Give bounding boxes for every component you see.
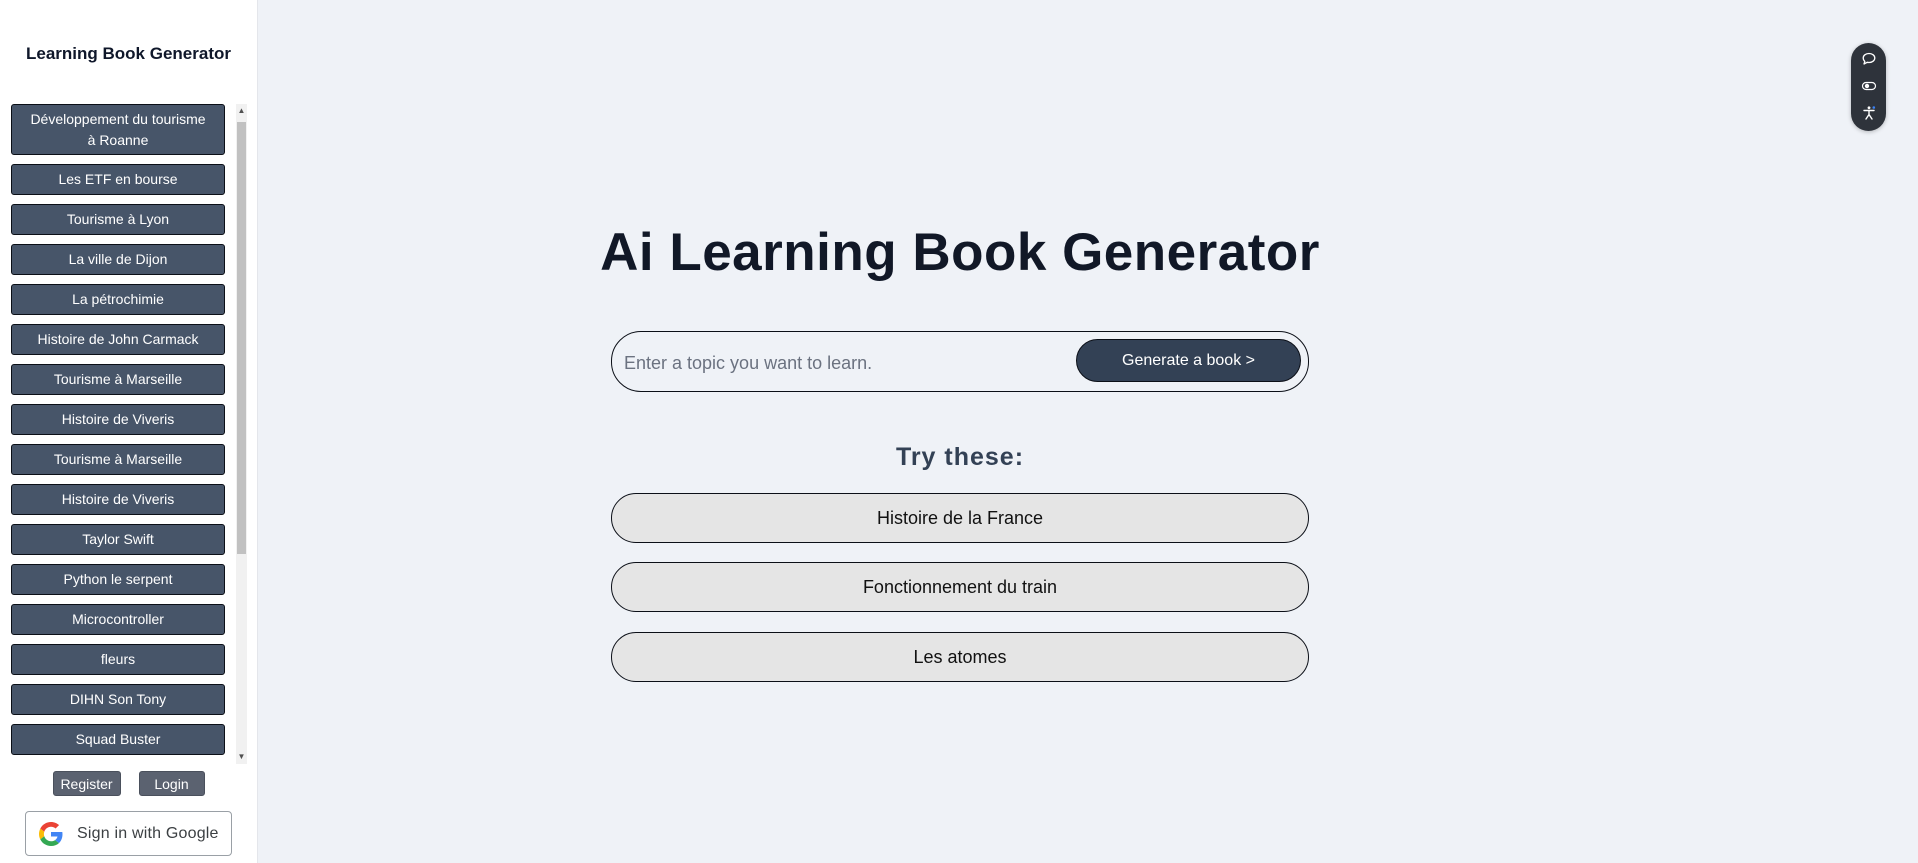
history-item[interactable]: fleurs — [11, 644, 225, 675]
history-item[interactable]: Tourisme à Marseille — [11, 364, 225, 395]
topic-search-box: Generate a book > — [611, 331, 1309, 392]
history-scroll-area[interactable]: Développement du tourisme à Roanne Les E… — [8, 104, 247, 764]
topic-input[interactable] — [622, 342, 1066, 384]
history-item[interactable]: La ville de Dijon — [11, 244, 225, 275]
history-item[interactable]: Développement du tourisme à Roanne — [11, 104, 225, 155]
history-item[interactable]: Tourisme à Marseille — [11, 444, 225, 475]
app-root: Learning Book Generator Développement du… — [0, 0, 1918, 863]
register-button[interactable]: Register — [52, 771, 121, 796]
history-item[interactable]: Microcontroller — [11, 604, 225, 635]
toggle-icon[interactable] — [1861, 78, 1877, 94]
history-item[interactable]: Histoire de Viveris — [11, 484, 225, 515]
history-item[interactable]: DIHN Son Tony — [11, 684, 225, 715]
sidebar: Learning Book Generator Développement du… — [0, 0, 258, 863]
sidebar-title: Learning Book Generator — [26, 44, 231, 63]
google-sign-in-button[interactable]: Sign in with Google — [25, 811, 232, 856]
history-item[interactable]: Tourisme à Lyon — [11, 204, 225, 235]
history-item[interactable]: La pétrochimie — [11, 284, 225, 315]
login-button[interactable]: Login — [138, 771, 205, 796]
history-item[interactable]: Histoire de Viveris — [11, 404, 225, 435]
google-sign-in-label: Sign in with Google — [77, 824, 219, 842]
accessibility-icon[interactable] — [1861, 105, 1877, 121]
history-item[interactable]: Python le serpent — [11, 564, 225, 595]
history-item[interactable]: Taylor Swift — [11, 524, 225, 555]
chat-icon[interactable] — [1861, 51, 1877, 67]
history-list: Développement du tourisme à Roanne Les E… — [11, 104, 225, 764]
google-logo-icon — [39, 821, 63, 846]
suggestion-button[interactable]: Histoire de la France — [611, 493, 1309, 543]
suggestion-button[interactable]: Les atomes — [611, 632, 1309, 682]
scroll-down-arrow-icon[interactable]: ▼ — [236, 750, 247, 764]
auth-buttons: Register Login — [0, 771, 257, 796]
generate-book-button[interactable]: Generate a book > — [1076, 339, 1301, 382]
scrollbar-thumb[interactable] — [237, 122, 246, 554]
history-item[interactable]: Squad Buster — [11, 724, 225, 755]
history-item[interactable]: Histoire de John Carmack — [11, 324, 225, 355]
history-scrollbar[interactable]: ▲ ▼ — [236, 104, 247, 764]
floating-toolbar — [1851, 43, 1886, 131]
try-these-heading: Try these: — [895, 443, 1025, 471]
history-item[interactable]: Les ETF en bourse — [11, 164, 225, 195]
suggestion-button[interactable]: Fonctionnement du train — [611, 562, 1309, 612]
page-title: Ai Learning Book Generator — [600, 223, 1320, 282]
scroll-up-arrow-icon[interactable]: ▲ — [236, 104, 247, 118]
